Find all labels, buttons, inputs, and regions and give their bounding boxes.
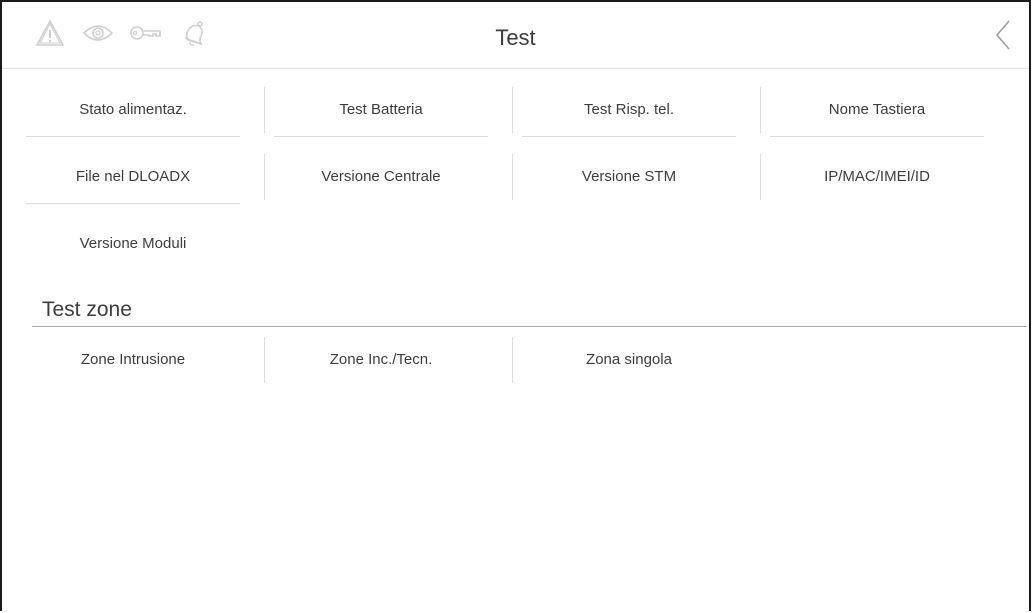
menu-item-test-batteria[interactable]: Test Batteria [274,82,488,137]
divider [264,154,265,200]
test-zone-row: Zone Intrusione Zone Inc./Tecn. Zona sin… [26,332,1016,399]
divider [512,87,513,133]
menu-item-versione-centrale[interactable]: Versione Centrale [274,149,488,204]
divider [760,87,761,133]
section-divider [32,326,1027,327]
menu-item-test-risposta-telefonica[interactable]: Test Risp. tel. [522,82,736,137]
divider [264,337,265,383]
menu-item-file-dloadx[interactable]: File nel DLOADX [26,149,240,204]
menu-row-2: File nel DLOADX Versione Centrale Versio… [26,149,1016,216]
menu-item-versione-stm[interactable]: Versione STM [522,149,736,204]
header-bar: Test [2,2,1029,69]
menu-item-zone-intrusione[interactable]: Zone Intrusione [26,332,240,387]
menu-item-versione-moduli[interactable]: Versione Moduli [26,216,240,271]
divider [512,154,513,200]
divider [264,87,265,133]
test-zone-menu: Zone Intrusione Zone Inc./Tecn. Zona sin… [26,332,1016,399]
menu-item-zone-incendio-tecnologiche[interactable]: Zone Inc./Tecn. [274,332,488,387]
divider [760,154,761,200]
page-title: Test [495,25,536,50]
diagnostics-menu: Stato alimentaz. Test Batteria Test Risp… [26,82,1016,283]
menu-item-nome-tastiera[interactable]: Nome Tastiera [770,82,984,137]
menu-item-ip-mac-imei-id[interactable]: IP/MAC/IMEI/ID [770,149,984,204]
app-window: Test Stato alimentaz. Test Batteria Test… [0,0,1031,611]
menu-row-3: Versione Moduli [26,216,1016,283]
section-title-test-zone: Test zone [42,298,132,321]
chevron-left-icon [995,20,1010,50]
divider [512,337,513,383]
menu-row-1: Stato alimentaz. Test Batteria Test Risp… [26,82,1016,149]
menu-item-zona-singola[interactable]: Zona singola [522,332,736,387]
menu-item-stato-alimentazione[interactable]: Stato alimentaz. [26,82,240,137]
back-button[interactable] [989,18,1019,52]
